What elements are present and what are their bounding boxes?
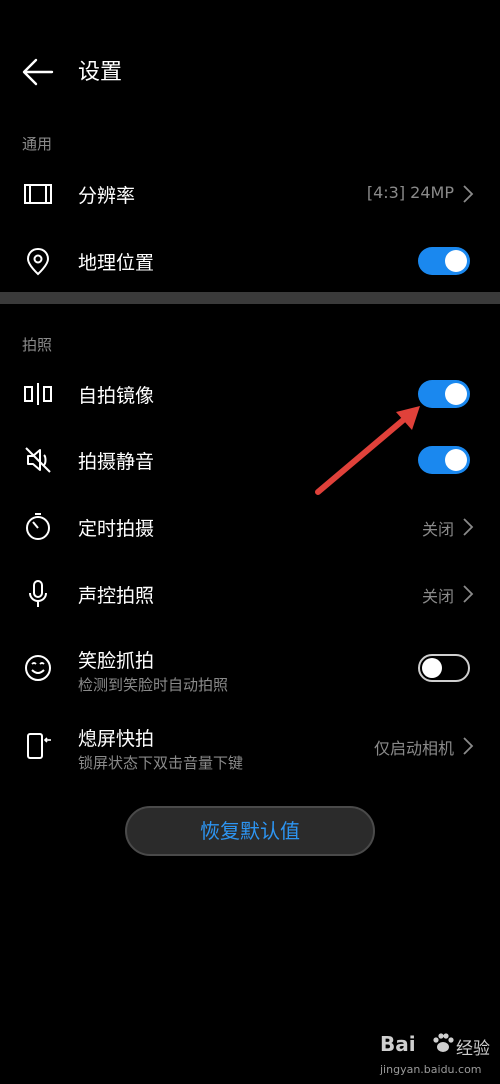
microphone-icon bbox=[29, 580, 47, 607]
smile-label: 笑脸抓拍 bbox=[78, 650, 155, 672]
annotation-arrow-icon bbox=[315, 406, 420, 495]
watermark-text: 经验 bbox=[456, 1039, 490, 1059]
setting-row-resolution[interactable]: 分辨率 [4:3] 24MP bbox=[0, 162, 500, 226]
quick-snap-label: 熄屏快拍 bbox=[78, 728, 155, 750]
location-toggle[interactable] bbox=[418, 247, 470, 275]
section-label-general: 通用 bbox=[22, 135, 53, 153]
setting-row-smile[interactable]: 笑脸抓拍 检测到笑脸时自动拍照 bbox=[0, 636, 500, 700]
header: 设置 bbox=[0, 40, 500, 104]
toggle-knob bbox=[422, 658, 442, 678]
back-arrow-icon bbox=[22, 58, 54, 86]
resolution-value: [4:3] 24MP bbox=[366, 183, 454, 202]
resolution-label: 分辨率 bbox=[78, 185, 136, 207]
chevron-right-icon bbox=[463, 737, 474, 755]
chevron-right-icon bbox=[463, 585, 474, 603]
mirror-icon bbox=[24, 383, 52, 405]
voice-value: 关闭 bbox=[421, 587, 454, 606]
toggle-knob bbox=[445, 250, 467, 272]
page-title: 设置 bbox=[78, 60, 123, 85]
watermark: Bai 经验 jingyan.baidu.com bbox=[380, 1030, 492, 1080]
smile-sublabel: 检测到笑脸时自动拍照 bbox=[78, 676, 229, 694]
toggle-knob bbox=[445, 449, 467, 471]
back-button[interactable] bbox=[18, 52, 58, 92]
setting-row-timer[interactable]: 定时拍摄 关闭 bbox=[0, 495, 500, 559]
watermark-logo: Bai bbox=[380, 1032, 416, 1056]
mirror-label: 自拍镜像 bbox=[78, 385, 155, 407]
phone-quick-icon bbox=[27, 733, 51, 759]
quick-snap-value: 仅启动相机 bbox=[373, 739, 454, 758]
chevron-right-icon bbox=[463, 518, 474, 536]
paw-icon bbox=[433, 1033, 454, 1052]
voice-label: 声控拍照 bbox=[78, 585, 155, 607]
setting-row-quick-snap[interactable]: 熄屏快拍 锁屏状态下双击音量下键 仅启动相机 bbox=[0, 714, 500, 778]
location-pin-icon bbox=[26, 247, 50, 276]
watermark-url: jingyan.baidu.com bbox=[380, 1063, 482, 1076]
restore-defaults-button[interactable]: 恢复默认值 bbox=[125, 806, 375, 856]
chevron-right-icon bbox=[463, 185, 474, 203]
timer-icon bbox=[26, 513, 50, 540]
setting-row-location[interactable]: 地理位置 bbox=[0, 229, 500, 293]
smile-toggle[interactable] bbox=[418, 654, 470, 682]
location-label: 地理位置 bbox=[78, 252, 155, 274]
section-divider bbox=[0, 292, 500, 304]
setting-row-voice[interactable]: 声控拍照 关闭 bbox=[0, 562, 500, 626]
section-label-photo: 拍照 bbox=[22, 336, 53, 354]
smile-icon bbox=[25, 655, 51, 681]
quick-snap-sublabel: 锁屏状态下双击音量下键 bbox=[78, 754, 244, 772]
mute-icon bbox=[25, 447, 51, 473]
timer-value: 关闭 bbox=[421, 520, 454, 539]
mute-label: 拍摄静音 bbox=[78, 451, 155, 473]
resolution-icon bbox=[24, 184, 52, 204]
timer-label: 定时拍摄 bbox=[78, 518, 155, 540]
toggle-knob bbox=[445, 383, 467, 405]
